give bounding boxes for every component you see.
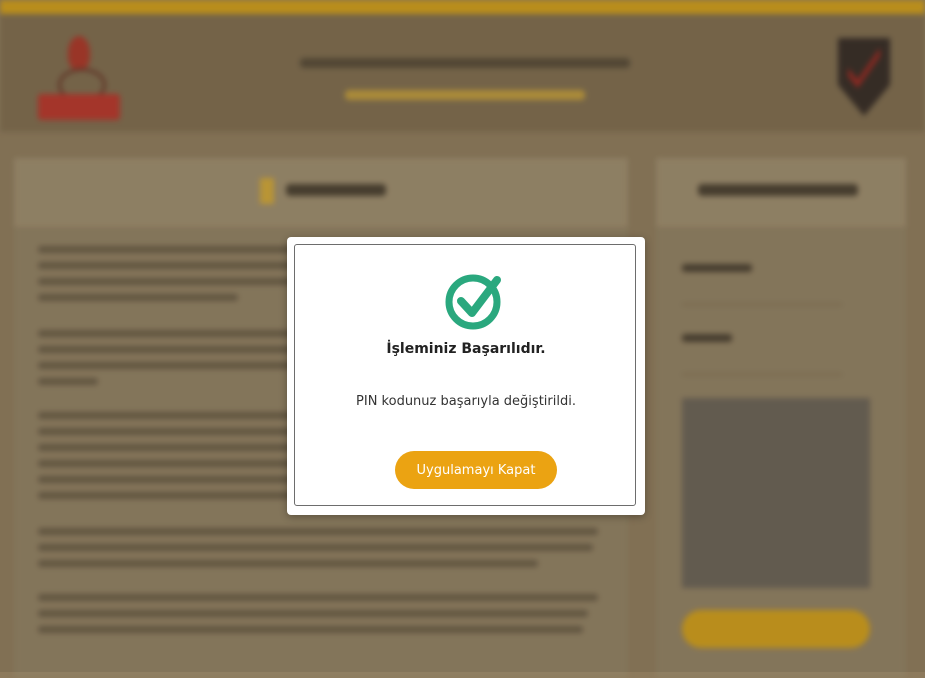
check-circle-icon: [445, 274, 501, 330]
success-modal-body: İşleminiz Başarılıdır. PIN kodunuz başar…: [294, 244, 636, 506]
success-modal: İşleminiz Başarılıdır. PIN kodunuz başar…: [287, 237, 645, 515]
close-app-button[interactable]: Uygulamayı Kapat: [395, 451, 557, 489]
modal-message: PIN kodunuz başarıyla değiştirildi.: [356, 394, 576, 409]
modal-title: İşleminiz Başarılıdır.: [386, 341, 546, 357]
